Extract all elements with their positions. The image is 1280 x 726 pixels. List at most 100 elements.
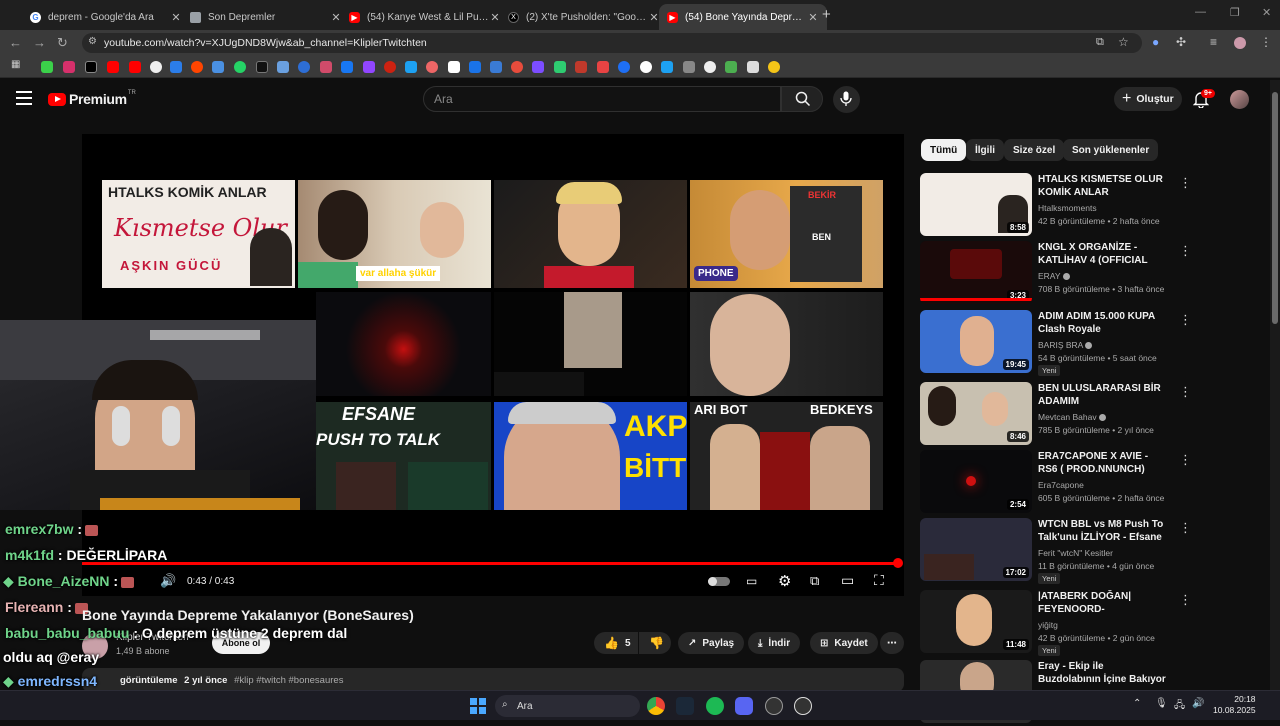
rec-title[interactable]: Eray - Ekip ile Buzdolabının İçine Bakıy… — [1038, 660, 1168, 686]
rec-title[interactable]: ERA7CAPONE X AVIE - RS6 ( PROD.NNUNCH) — [1038, 450, 1168, 476]
bookmark-icon[interactable] — [129, 61, 141, 73]
create-button[interactable]: + Oluştur — [1114, 87, 1182, 111]
bookmark-icon[interactable] — [725, 61, 737, 73]
rec-channel[interactable]: BARIŞ BRA — [1038, 340, 1093, 350]
browser-tab[interactable]: X (2) X'te Pusholden: "Google, dep ✕ — [500, 4, 668, 30]
back-icon[interactable]: ← — [9, 35, 22, 50]
like-button[interactable]: 👍 5 — [594, 632, 638, 654]
youtube-premium-logo[interactable]: Premium TR — [48, 90, 136, 107]
address-bar[interactable]: ⚙ youtube.com/watch?v=XJUgDND8Wjw&ab_cha… — [82, 33, 1142, 53]
bookmark-icon[interactable] — [212, 61, 224, 73]
rec-channel[interactable]: Era7capone — [1038, 480, 1084, 490]
browser-tab-active[interactable]: ▶ (54) Bone Yayında Depreme Yaka ✕ — [659, 4, 827, 30]
bookmark-icon[interactable] — [618, 61, 630, 73]
bookmark-icon[interactable] — [511, 61, 523, 73]
rec-thumbnail[interactable]: 17:02 — [920, 518, 1032, 581]
rec-thumbnail[interactable]: 11:48 — [920, 590, 1032, 653]
more-vert-icon[interactable]: ⋮ — [1179, 175, 1192, 191]
bookmark-icon[interactable] — [426, 61, 438, 73]
rec-channel[interactable]: yiğitg — [1038, 620, 1058, 630]
media-player-icon[interactable] — [794, 697, 812, 715]
rec-channel[interactable]: Ferit "wtcN" Kesitler — [1038, 548, 1113, 558]
rec-title[interactable]: BEN ULUSLARARASI BİR ADAMIM — [1038, 382, 1168, 408]
video-progress-bar[interactable] — [82, 562, 900, 565]
volume-icon[interactable]: 🔊 — [160, 573, 176, 589]
bookmark-icon[interactable] — [384, 61, 396, 73]
reading-list-icon[interactable]: ≡ — [1210, 35, 1217, 49]
rec-title[interactable]: |ATABERK DOĞAN| FEYENOORD-FENERBAHÇE ... — [1038, 590, 1168, 616]
voice-search-button[interactable] — [833, 86, 860, 113]
bookmark-icon[interactable] — [277, 61, 289, 73]
maximize-icon[interactable]: ❐ — [1230, 6, 1240, 19]
scrollbar-thumb[interactable] — [1272, 92, 1278, 324]
bookmark-icon[interactable] — [747, 61, 759, 73]
browser-tab[interactable]: Son Depremler ✕ — [182, 4, 350, 30]
account-avatar[interactable] — [1230, 90, 1249, 109]
bookmark-icon[interactable] — [448, 61, 460, 73]
hamburger-menu-icon[interactable] — [16, 91, 32, 105]
rec-channel[interactable]: Htalksmoments — [1038, 203, 1097, 213]
browser-tab[interactable]: ▶ (54) Kanye West & Lil Pump - I Lo ✕ — [341, 4, 509, 30]
search-input[interactable] — [434, 92, 764, 106]
forward-icon[interactable]: → — [33, 35, 46, 50]
more-actions-button[interactable]: ⋯ — [880, 632, 904, 654]
rec-thumbnail[interactable]: 8:58 — [920, 173, 1032, 236]
theater-mode-icon[interactable]: ▭ — [841, 572, 854, 589]
rec-channel[interactable]: ERAY — [1038, 271, 1070, 281]
rec-thumbnail[interactable]: 2:54 — [920, 450, 1032, 513]
apps-grid-icon[interactable]: ▦ — [11, 59, 23, 71]
bookmark-icon[interactable] — [107, 61, 119, 73]
reload-icon[interactable]: ↻ — [57, 35, 68, 51]
taskbar-search[interactable]: ⌕ Ara — [495, 695, 640, 717]
bookmark-star-icon[interactable]: ☆ — [1118, 35, 1129, 49]
progress-scrubber-handle[interactable] — [893, 558, 903, 568]
windows-start-icon[interactable] — [469, 697, 487, 715]
rec-title[interactable]: WTCN BBL vs M8 Push To Talk'unu İZLİYOR … — [1038, 518, 1168, 544]
bookmark-icon[interactable] — [554, 61, 566, 73]
fullscreen-icon[interactable]: ⛶ — [874, 572, 884, 589]
chip-for-you[interactable]: Size özel — [1004, 139, 1065, 161]
bookmark-icon[interactable] — [150, 61, 162, 73]
rec-thumbnail[interactable]: 19:45 — [920, 310, 1032, 373]
recommended-video[interactable]: 8:46 BEN ULUSLARARASI BİR ADAMIM Mevtcan B… — [920, 382, 1265, 448]
volume-icon[interactable]: 🔊 — [1192, 698, 1204, 709]
bookmark-icon[interactable] — [405, 61, 417, 73]
bookmark-icon[interactable] — [640, 61, 652, 73]
search-button[interactable] — [781, 86, 823, 112]
new-tab-icon[interactable]: + — [822, 6, 831, 23]
close-tab-icon[interactable]: ✕ — [170, 11, 182, 24]
more-vert-icon[interactable]: ⋮ — [1179, 520, 1192, 536]
chip-all[interactable]: Tümü — [921, 139, 967, 161]
bookmark-icon[interactable] — [704, 61, 716, 73]
dislike-button[interactable]: 👎 — [639, 632, 671, 654]
bookmark-icon[interactable] — [85, 61, 97, 73]
recommended-video[interactable]: 2:54 ERA7CAPONE X AVIE - RS6 ( PROD.NNUNC… — [920, 450, 1265, 516]
subtitles-icon[interactable]: ▭ — [746, 574, 757, 588]
site-info-icon[interactable]: ⚙ — [88, 36, 97, 47]
bookmark-icon[interactable] — [768, 61, 780, 73]
bookmark-icon[interactable] — [363, 61, 375, 73]
recommended-video[interactable]: 11:48 |ATABERK DOĞAN| FEYENOORD-FENERBAHÇ… — [920, 590, 1265, 656]
steam-icon[interactable] — [676, 697, 694, 715]
recommended-video[interactable]: 8:58 HTALKS KISMETSE OLUR KOMİK ANLAR Htal… — [920, 173, 1265, 239]
puzzle-icon[interactable]: ✣ — [1176, 35, 1186, 49]
minimize-icon[interactable]: — — [1195, 6, 1206, 18]
bookmark-icon[interactable] — [597, 61, 609, 73]
bookmark-icon[interactable] — [234, 61, 246, 73]
more-vert-icon[interactable]: ⋮ — [1179, 243, 1192, 259]
bookmark-icon[interactable] — [320, 61, 332, 73]
recommended-video[interactable]: 19:45 ADIM ADIM 15.000 KUPA Clash Royale B… — [920, 310, 1265, 376]
share-button[interactable]: ↗ Paylaş — [678, 632, 745, 654]
bookmark-icon[interactable] — [341, 61, 353, 73]
bookmark-icon[interactable] — [661, 61, 673, 73]
rec-thumbnail[interactable]: 8:46 — [920, 382, 1032, 445]
rec-title[interactable]: HTALKS KISMETSE OLUR KOMİK ANLAR — [1038, 173, 1168, 199]
more-vert-icon[interactable]: ⋮ — [1179, 592, 1192, 608]
recommended-video[interactable]: 17:02 WTCN BBL vs M8 Push To Talk'unu İZL… — [920, 518, 1265, 584]
rec-title[interactable]: KNGL X ORGANİZE - KATLİHAV 4 (OFFICIAL M… — [1038, 241, 1168, 267]
close-window-icon[interactable]: ✕ — [1262, 6, 1271, 19]
recommended-video[interactable]: 3:23 KNGL X ORGANİZE - KATLİHAV 4 (OFFICI… — [920, 241, 1265, 307]
install-app-icon[interactable]: ⧉ — [1096, 36, 1104, 49]
rec-thumbnail[interactable]: 3:23 — [920, 241, 1032, 304]
close-tab-icon[interactable]: ✕ — [807, 11, 819, 24]
